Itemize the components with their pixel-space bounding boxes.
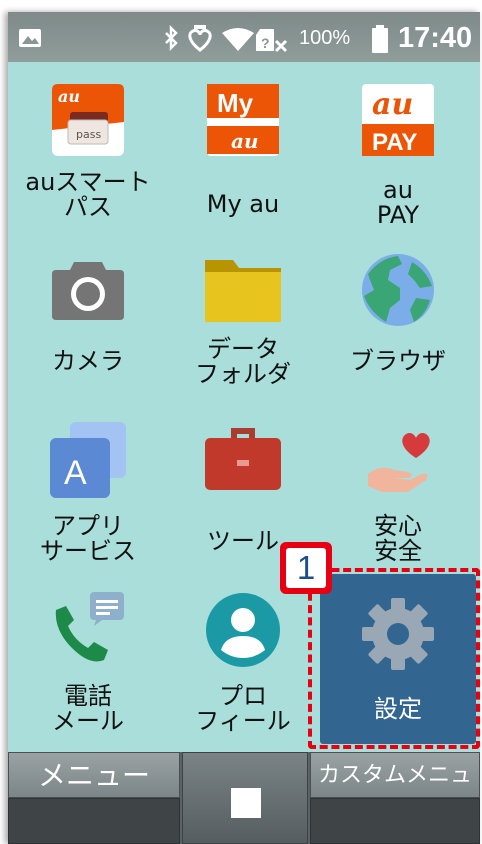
svg-text:pass: pass xyxy=(76,128,101,141)
svg-text:au: au xyxy=(58,87,80,106)
app-label: アプリ サービス xyxy=(40,512,136,565)
svg-text:PAY: PAY xyxy=(372,129,417,156)
svg-text:?: ? xyxy=(261,35,270,51)
menu-button-lower xyxy=(8,798,180,844)
center-key-button[interactable] xyxy=(182,752,308,844)
app-label: au PAY xyxy=(376,176,420,229)
status-icons: ? xyxy=(165,25,288,53)
heart-hand-icon xyxy=(368,432,430,492)
app-label: 電話 メール xyxy=(52,682,124,735)
clock: 17:40 xyxy=(398,22,473,54)
wifi-icon xyxy=(222,28,254,51)
image-icon xyxy=(19,29,41,47)
app-label: My au xyxy=(206,190,280,218)
no-sim-icon: ? xyxy=(256,29,288,53)
highlight-outline xyxy=(308,568,480,749)
app-label: auスマート パス xyxy=(25,168,151,221)
svg-text:A: A xyxy=(64,454,87,492)
app-label: カメラ xyxy=(52,347,124,375)
svg-text:au: au xyxy=(231,129,259,153)
svg-text:My: My xyxy=(217,88,254,118)
step-number: 1 xyxy=(286,548,326,588)
custom-menu-button[interactable]: カスタムメニュー xyxy=(310,752,480,834)
au-pay-icon: au PAY xyxy=(362,84,434,156)
bluetooth-icon xyxy=(165,25,178,52)
au-smart-pass-icon: au pass xyxy=(52,84,124,156)
app-label: プロ フィール xyxy=(195,682,291,735)
status-bar: ? 100% 17:40 xyxy=(8,12,480,62)
folder-icon xyxy=(205,260,281,322)
toolbox-icon xyxy=(205,428,281,490)
camera-icon xyxy=(52,262,124,320)
profile-icon xyxy=(206,593,280,667)
app-label: 安心 安全 xyxy=(374,512,422,565)
square-icon xyxy=(231,788,261,818)
bottom-bar: メニュー カスタムメニュー xyxy=(8,752,480,844)
battery-icon xyxy=(372,25,388,53)
battery-percent: 100% xyxy=(299,27,351,49)
phone-mail-icon xyxy=(55,592,124,662)
app-services-icon: A xyxy=(50,422,126,498)
app-label: ブラウザ xyxy=(350,347,446,375)
custom-menu-button-lower xyxy=(310,798,480,844)
my-au-icon: My au xyxy=(207,84,279,156)
phone-screen: ? 100% 17:40 au pass auスマート パス My au My … xyxy=(8,12,480,844)
step-badge: 1 xyxy=(280,542,332,594)
globe-icon xyxy=(362,254,434,326)
menu-button[interactable]: メニュー xyxy=(8,752,180,798)
heart-icon xyxy=(188,25,212,52)
app-label: データ フォルダ xyxy=(195,335,291,388)
svg-text:au: au xyxy=(372,87,413,122)
